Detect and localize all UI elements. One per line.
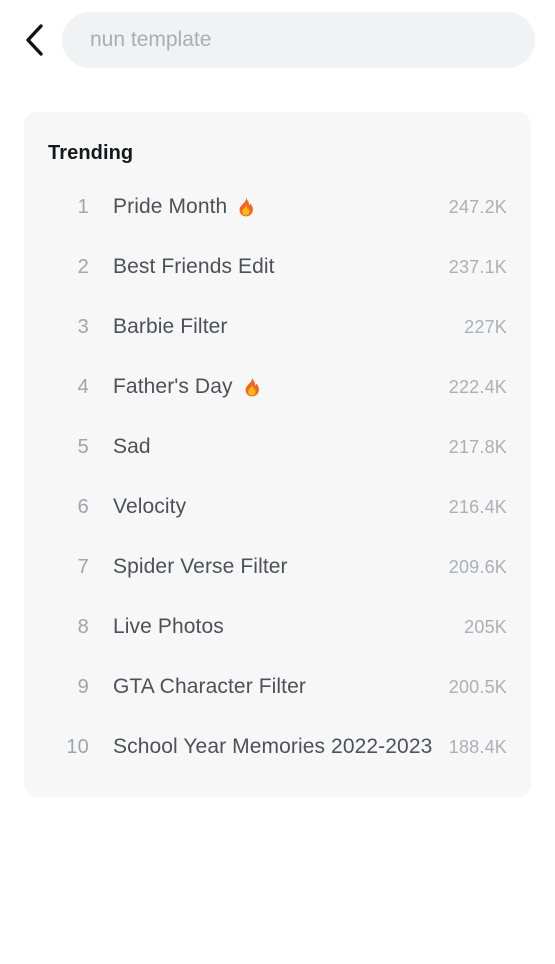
trending-count: 237.1K	[448, 256, 507, 277]
trending-card: Trending 1 Pride Month 247.2K 2 Best Fri…	[24, 112, 531, 797]
trending-title-text: Father's Day	[113, 375, 233, 398]
back-button[interactable]	[6, 12, 62, 68]
trending-title-text: Spider Verse Filter	[113, 555, 288, 578]
trending-row-3[interactable]: 3 Barbie Filter 227K	[24, 297, 531, 357]
trending-row-10[interactable]: 10 School Year Memories 2022-2023 188.4K	[24, 717, 531, 777]
trending-rank: 10	[66, 735, 89, 758]
chevron-left-icon	[23, 23, 45, 57]
trending-count: 217.8K	[448, 436, 507, 457]
trending-row-5[interactable]: 5 Sad 217.8K	[24, 417, 531, 477]
trending-title: Sad	[113, 435, 435, 459]
trending-rank: 2	[77, 255, 89, 278]
trending-rank: 3	[77, 315, 89, 338]
trending-title: GTA Character Filter	[113, 675, 435, 699]
trending-count: 247.2K	[448, 196, 507, 217]
trending-rank: 8	[77, 615, 89, 638]
trending-row-2[interactable]: 2 Best Friends Edit 237.1K	[24, 237, 531, 297]
trending-count: 216.4K	[448, 496, 507, 517]
trending-title: Velocity	[113, 495, 435, 519]
trending-count: 205K	[464, 616, 507, 637]
trending-title-text: Sad	[113, 435, 151, 458]
trending-title: Live Photos	[113, 615, 450, 639]
trending-rank: 6	[77, 495, 89, 518]
search-input[interactable]	[62, 12, 535, 68]
trending-title: Best Friends Edit	[113, 255, 435, 279]
trending-rank: 1	[77, 195, 89, 218]
trending-count: 227K	[464, 316, 507, 337]
trending-row-4[interactable]: 4 Father's Day 222.4K	[24, 357, 531, 417]
trending-title: Father's Day	[113, 375, 435, 399]
trending-title: Barbie Filter	[113, 315, 450, 339]
trending-title-text: Velocity	[113, 495, 187, 518]
trending-rank: 4	[77, 375, 89, 398]
fire-icon	[242, 376, 261, 397]
trending-title: Spider Verse Filter	[113, 555, 435, 579]
trending-title-text: School Year Memories 2022-2023	[113, 735, 433, 758]
trending-row-7[interactable]: 7 Spider Verse Filter 209.6K	[24, 537, 531, 597]
trending-list: 1 Pride Month 247.2K 2 Best Friends Edit…	[24, 177, 531, 777]
trending-row-9[interactable]: 9 GTA Character Filter 200.5K	[24, 657, 531, 717]
page-title: Trending	[48, 142, 134, 164]
trending-title: Pride Month	[113, 195, 435, 219]
trending-count: 209.6K	[448, 556, 507, 577]
top-search-bar	[0, 0, 555, 80]
trending-title-text: Best Friends Edit	[113, 255, 275, 278]
trending-title-text: Pride Month	[113, 195, 228, 218]
trending-row-6[interactable]: 6 Velocity 216.4K	[24, 477, 531, 537]
trending-title: School Year Memories 2022-2023	[113, 735, 435, 759]
trending-rank: 5	[77, 435, 89, 458]
trending-title-text: GTA Character Filter	[113, 675, 306, 698]
trending-title-text: Live Photos	[113, 615, 224, 638]
trending-count: 188.4K	[448, 736, 507, 757]
trending-row-1[interactable]: 1 Pride Month 247.2K	[24, 177, 531, 237]
fire-icon	[236, 196, 255, 217]
trending-count: 222.4K	[448, 376, 507, 397]
trending-row-8[interactable]: 8 Live Photos 205K	[24, 597, 531, 657]
trending-count: 200.5K	[448, 676, 507, 697]
trending-title-text: Barbie Filter	[113, 315, 228, 338]
trending-rank: 7	[77, 555, 89, 578]
trending-rank: 9	[77, 675, 89, 698]
